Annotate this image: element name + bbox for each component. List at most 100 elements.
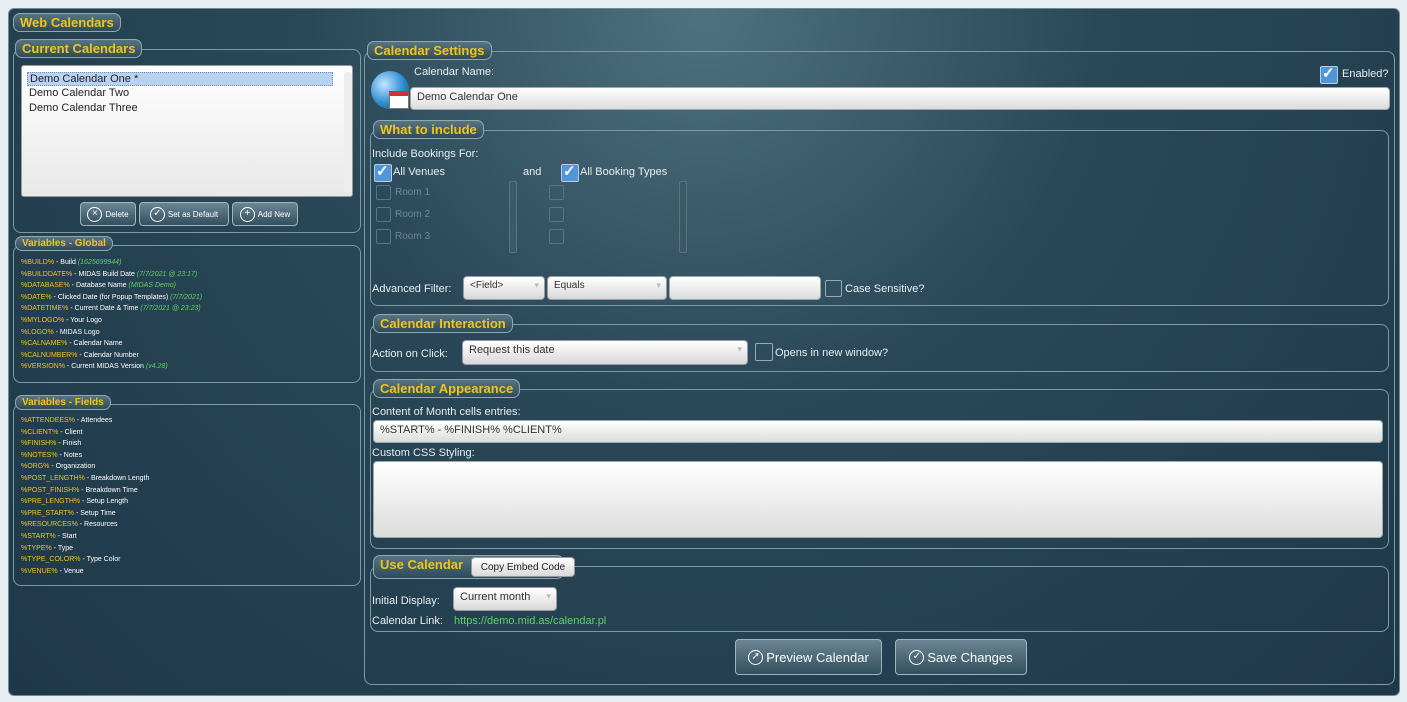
action-on-click-value: Request this date (469, 344, 555, 356)
variable-token: %NOTES% (21, 451, 58, 459)
preview-calendar-label: Preview Calendar (766, 649, 869, 665)
calendar-list[interactable]: Demo Calendar One * Demo Calendar Two Demo… (21, 65, 353, 197)
action-on-click-label: Action on Click: (372, 348, 448, 360)
variable-token: %MYLOGO% (21, 317, 65, 324)
variable-description: - Build (54, 259, 78, 266)
room-label: Room 3 (395, 231, 431, 242)
copy-embed-code-button[interactable]: Copy Embed Code (471, 557, 575, 577)
variable-token: %DATETIME% (21, 305, 69, 313)
variable-token: %PRE_START% (21, 509, 75, 517)
variable-description: - Client (58, 428, 83, 436)
variable-token: %POST_FINISH% (21, 486, 80, 494)
field-variable-row: %NOTES% - Notes (21, 451, 82, 460)
enabled-checkbox[interactable] (1320, 64, 1338, 84)
variable-description: - Breakdown Length (84, 475, 150, 482)
initial-display-value: Current month (460, 591, 531, 603)
delete-button[interactable]: × Delete (80, 202, 136, 226)
field-variable-row: %ATTENDEES% - Attendees (21, 416, 112, 425)
filter-value-input[interactable] (669, 276, 821, 300)
operator-select[interactable]: Equals ▾ (547, 276, 667, 300)
field-select[interactable]: <Field> ▾ (463, 276, 545, 300)
include-bookings-label: Include Bookings For: (372, 148, 479, 160)
content-month-input[interactable]: %START% - %FINISH% %CLIENT% (373, 420, 1383, 443)
calendar-list-item[interactable]: Demo Calendar Three (27, 102, 333, 116)
variable-description: - Current Date & Time (68, 305, 141, 313)
add-new-button[interactable]: + Add New (232, 202, 298, 226)
all-booking-types-checkbox[interactable] (561, 162, 579, 182)
global-variable-row: %MYLOGO% - Your Logo (21, 316, 102, 325)
set-default-button[interactable]: ✓ Set as Default (139, 202, 229, 226)
set-default-label: Set as Default (167, 209, 219, 219)
variable-description: - Resources (77, 521, 118, 529)
operator-select-value: Equals (554, 280, 585, 291)
variable-description: - Current MIDAS Version (64, 363, 146, 371)
variable-value: (7/7/2021 @ 23:23) (140, 305, 201, 313)
calendar-list-item[interactable]: Demo Calendar One * (27, 72, 333, 86)
variable-token: %BUILD% (21, 259, 55, 266)
save-changes-button[interactable]: ✓ Save Changes (895, 639, 1027, 675)
field-select-value: <Field> (470, 280, 504, 291)
preview-calendar-button[interactable]: ➚ Preview Calendar (735, 639, 882, 675)
variable-token: %POST_LENGTH% (21, 475, 85, 482)
variable-token: %CALNAME% (21, 340, 68, 348)
variable-description: - Your Logo (64, 317, 102, 324)
web-calendars-window: Web Calendars Current Calendars Demo Cal… (8, 8, 1400, 696)
booking-type-checkbox-2 (549, 207, 564, 222)
global-variable-row: %DATE% - Clicked Date (for Popup Templat… (21, 293, 202, 302)
variable-token: %TYPE% (21, 544, 52, 552)
variable-token: %VERSION% (21, 363, 65, 371)
case-sensitive-checkbox[interactable] (825, 280, 842, 297)
variable-token: %TYPE_COLOR% (21, 556, 81, 564)
new-window-checkbox[interactable] (755, 343, 773, 361)
field-variable-row: %ORG% - Organization (21, 462, 95, 471)
variable-description: - Calendar Name (67, 340, 123, 348)
variable-description: - Setup Length (80, 498, 129, 506)
all-venues-checkbox[interactable] (374, 162, 392, 182)
action-on-click-select[interactable]: Request this date ▾ (462, 340, 748, 365)
variable-token: %LOGO% (21, 328, 54, 336)
calendar-list-item[interactable]: Demo Calendar Two (27, 87, 333, 101)
calendar-settings-title: Calendar Settings (367, 41, 492, 60)
calendar-list-scrollbar[interactable] (344, 72, 352, 192)
global-variable-row: %BUILD% - Build (1625699944) (21, 258, 121, 267)
field-variable-row: %START% - Start (21, 532, 77, 541)
room-checkbox (376, 207, 391, 222)
check-circle-icon: ✓ (149, 206, 165, 222)
global-variable-row: %BUILDDATE% - MIDAS Build Date (7/7/2021… (21, 270, 197, 279)
delete-label: Delete (105, 209, 129, 219)
global-variable-row: %VERSION% - Current MIDAS Version (v4.28… (21, 362, 168, 371)
variable-token: %CLIENT% (21, 428, 59, 436)
room-checkbox (376, 229, 391, 244)
variable-token: %ATTENDEES% (21, 417, 75, 424)
global-variable-row: %CALNAME% - Calendar Name (21, 339, 123, 348)
field-variable-row: %PRE_LENGTH% - Setup Length (21, 497, 128, 506)
field-variable-row: %POST_FINISH% - Breakdown Time (21, 486, 138, 495)
calendar-link[interactable]: https://demo.mid.as/calendar.pl (454, 615, 606, 627)
venues-scrollbar[interactable] (509, 181, 517, 253)
check-circle-icon: ✓ (909, 649, 925, 665)
save-changes-label: Save Changes (927, 649, 1013, 665)
current-calendars-title: Current Calendars (15, 39, 143, 58)
variables-global-title: Variables - Global (15, 236, 113, 251)
custom-css-textarea[interactable] (373, 461, 1383, 538)
calendar-appearance-title: Calendar Appearance (373, 379, 521, 398)
initial-display-select[interactable]: Current month ▾ (453, 587, 557, 611)
booking-types-scrollbar[interactable] (679, 181, 687, 253)
variable-value: (7/7/2021 @ 23:17) (136, 270, 198, 278)
enabled-label: Enabled? (1342, 68, 1389, 80)
room-label: Room 1 (395, 187, 431, 198)
field-variable-row: %CLIENT% - Client (21, 428, 82, 437)
variable-description: - Attendees (74, 417, 113, 424)
variable-token: %FINISH% (21, 440, 57, 448)
field-variable-row: %TYPE_COLOR% - Type Color (21, 555, 120, 564)
variable-token: %RESOURCES% (21, 521, 78, 529)
variable-description: - Organization (49, 463, 96, 471)
calendar-name-label: Calendar Name: (414, 66, 495, 78)
variable-token: %DATABASE% (21, 282, 70, 290)
variable-description: - Venue (57, 567, 84, 575)
chevron-down-icon: ▾ (534, 280, 539, 290)
plus-circle-icon: + (239, 206, 255, 222)
variable-description: - Start (55, 533, 77, 540)
case-sensitive-label: Case Sensitive? (845, 283, 925, 295)
calendar-name-input[interactable]: Demo Calendar One (410, 87, 1390, 110)
